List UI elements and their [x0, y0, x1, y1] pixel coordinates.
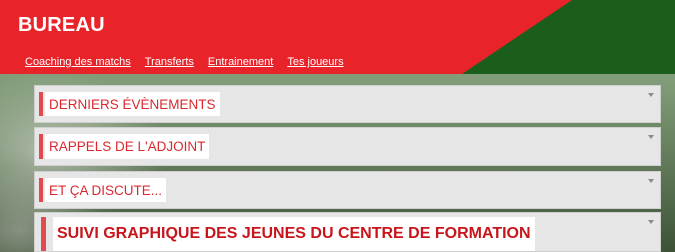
panel-youth-academy-tracking[interactable]: SUIVI GRAPHIQUE DES JEUNES DU CENTRE DE …	[34, 212, 661, 252]
panel-accent-bar	[41, 217, 46, 251]
panel-accent-bar	[39, 178, 43, 202]
panel-latest-events[interactable]: DERNIERS ÉVÈNEMENTS	[34, 85, 661, 123]
chevron-down-icon[interactable]	[648, 179, 654, 183]
panel-assistant-reminders[interactable]: RAPPELS DE L'ADJOINT	[34, 127, 661, 166]
chevron-down-icon[interactable]	[648, 220, 654, 224]
nav-link-match-coaching[interactable]: Coaching des matchs	[25, 56, 131, 68]
panel-title: RAPPELS DE L'ADJOINT	[45, 134, 210, 159]
nav-link-transfers[interactable]: Transferts	[145, 56, 194, 68]
chevron-down-icon[interactable]	[648, 135, 654, 139]
panel-discussions[interactable]: ET ÇA DISCUTE...	[34, 171, 661, 209]
panel-accent-bar	[39, 92, 43, 116]
panel-title: SUIVI GRAPHIQUE DES JEUNES DU CENTRE DE …	[53, 217, 535, 251]
panel-title: DERNIERS ÉVÈNEMENTS	[45, 92, 220, 116]
panel-accent-bar	[39, 134, 43, 159]
office-nav: Coaching des matchs Transferts Entrainem…	[25, 56, 358, 68]
panel-title: ET ÇA DISCUTE...	[45, 178, 167, 202]
chevron-down-icon[interactable]	[648, 93, 654, 97]
page-title: BUREAU	[18, 14, 105, 36]
nav-link-training[interactable]: Entrainement	[208, 56, 273, 68]
nav-link-your-players[interactable]: Tes joueurs	[287, 56, 343, 68]
